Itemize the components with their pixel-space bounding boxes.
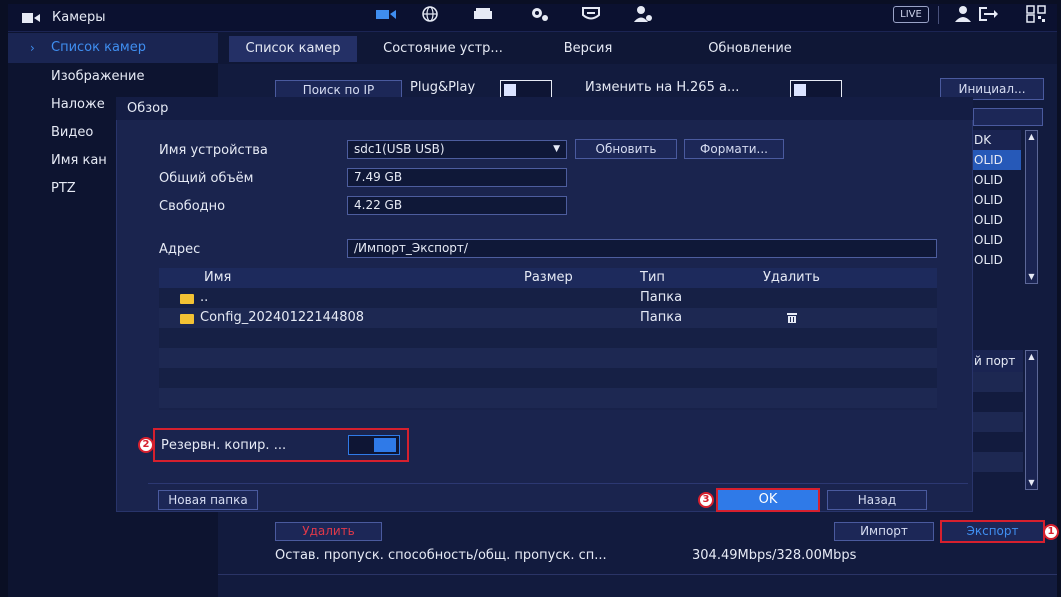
table-header-cell: й порт bbox=[971, 350, 1023, 372]
device-select-value: sdc1(USB USB) bbox=[354, 142, 445, 156]
h265-label: Изменить на H.265 а... bbox=[585, 80, 740, 95]
file-name: Config_20240122144808 bbox=[200, 310, 365, 325]
free-space-label: Свободно bbox=[159, 199, 226, 214]
sidebar-item-image[interactable]: Изображение bbox=[8, 62, 218, 92]
divider bbox=[938, 6, 939, 24]
column-type: Тип bbox=[640, 270, 665, 285]
module-title: Камеры bbox=[52, 10, 106, 25]
logout-icon[interactable] bbox=[977, 5, 1003, 25]
security-icon[interactable] bbox=[580, 5, 606, 25]
file-type: Папка bbox=[640, 310, 683, 325]
scrollbar[interactable]: ▲ ▼ bbox=[1025, 130, 1038, 284]
free-space-value: 4.22 GB bbox=[347, 196, 567, 215]
chevron-down-icon: ▼ bbox=[553, 144, 560, 154]
filter-field[interactable] bbox=[973, 108, 1043, 126]
backup-toggle[interactable] bbox=[348, 435, 400, 455]
storage-icon[interactable] bbox=[472, 5, 498, 25]
column-size: Размер bbox=[524, 270, 573, 285]
table-row bbox=[159, 348, 937, 368]
total-capacity-label: Общий объём bbox=[159, 171, 254, 186]
sidebar-item-label: Список камер bbox=[51, 40, 146, 55]
sidebar-item-label: Изображение bbox=[51, 69, 145, 84]
plug-play-label: Plug&Play bbox=[410, 80, 476, 95]
sidebar-item-label: Видео bbox=[51, 125, 94, 140]
dialog-title: Обзор bbox=[127, 101, 169, 116]
sidebar-item-label: PTZ bbox=[51, 181, 76, 196]
tab-version[interactable]: Версия bbox=[533, 36, 643, 62]
network-icon[interactable] bbox=[419, 5, 445, 25]
file-type: Папка bbox=[640, 290, 683, 305]
tab-device-status[interactable]: Состояние устр... bbox=[368, 36, 518, 62]
import-button[interactable]: Импорт bbox=[834, 522, 934, 541]
table-row bbox=[971, 452, 1023, 472]
table-row bbox=[971, 372, 1023, 392]
column-delete: Удалить bbox=[763, 270, 820, 285]
table-cell[interactable]: OLID bbox=[971, 210, 1021, 230]
step-marker-1: 1 bbox=[1043, 524, 1059, 540]
table-cell[interactable]: OLID bbox=[971, 230, 1021, 250]
table-row bbox=[159, 328, 937, 348]
backup-label: Резервн. копир. ... bbox=[161, 438, 287, 453]
folder-icon bbox=[180, 294, 194, 304]
total-capacity-value: 7.49 GB bbox=[347, 168, 567, 187]
table-cell[interactable]: OLID bbox=[971, 150, 1021, 170]
tab-update[interactable]: Обновление bbox=[675, 36, 825, 62]
step-marker-2: 2 bbox=[138, 437, 154, 453]
refresh-button[interactable]: Обновить bbox=[575, 139, 677, 159]
device-name-label: Имя устройства bbox=[159, 143, 268, 158]
bandwidth-label: Остав. пропуск. способность/общ. пропуск… bbox=[275, 548, 607, 563]
divider bbox=[218, 574, 1057, 575]
new-folder-button[interactable]: Новая папка bbox=[158, 490, 258, 510]
export-button[interactable]: Экспорт bbox=[940, 520, 1045, 543]
file-name: .. bbox=[200, 290, 209, 305]
account-icon[interactable] bbox=[632, 5, 658, 25]
sidebar-item-label: Наложе bbox=[51, 97, 105, 112]
device-select[interactable]: sdc1(USB USB) ▼ bbox=[347, 140, 567, 159]
bandwidth-value: 304.49Mbps/328.00Mbps bbox=[692, 548, 857, 563]
table-row bbox=[159, 388, 937, 408]
account-icon[interactable] bbox=[952, 5, 978, 25]
address-field[interactable]: /Импорт_Экспорт/ bbox=[347, 239, 937, 258]
camera-icon[interactable] bbox=[375, 5, 401, 25]
table-header-cell: DK bbox=[971, 130, 1021, 150]
back-button[interactable]: Назад bbox=[827, 490, 927, 510]
ok-button[interactable]: OK bbox=[716, 488, 820, 512]
camera-icon bbox=[22, 13, 40, 23]
chevron-right-icon: › bbox=[30, 41, 35, 55]
table-row bbox=[159, 368, 937, 388]
folder-icon bbox=[180, 314, 194, 324]
step-marker-3: 3 bbox=[698, 492, 714, 508]
delete-button[interactable]: Удалить bbox=[275, 522, 382, 541]
system-settings-icon[interactable] bbox=[529, 5, 555, 25]
sidebar-item-camera-list[interactable]: › Список камер bbox=[8, 33, 218, 63]
table-cell[interactable]: OLID bbox=[971, 170, 1021, 190]
tab-camera-list[interactable]: Список камер bbox=[229, 36, 357, 62]
divider bbox=[148, 483, 968, 484]
format-button[interactable]: Формати... bbox=[684, 139, 784, 159]
sidebar-item-label: Имя кан bbox=[51, 153, 107, 168]
table-row[interactable] bbox=[159, 288, 937, 308]
live-button[interactable]: LIVE bbox=[893, 6, 929, 23]
dialog-header bbox=[116, 97, 973, 120]
trash-icon[interactable] bbox=[786, 312, 798, 324]
table-cell[interactable]: OLID bbox=[971, 250, 1021, 270]
column-name: Имя bbox=[204, 270, 232, 285]
address-label: Адрес bbox=[159, 242, 201, 257]
qr-code-icon[interactable] bbox=[1025, 5, 1051, 25]
table-row bbox=[971, 412, 1023, 432]
scrollbar[interactable]: ▲ ▼ bbox=[1025, 350, 1038, 490]
table-cell[interactable]: OLID bbox=[971, 190, 1021, 210]
